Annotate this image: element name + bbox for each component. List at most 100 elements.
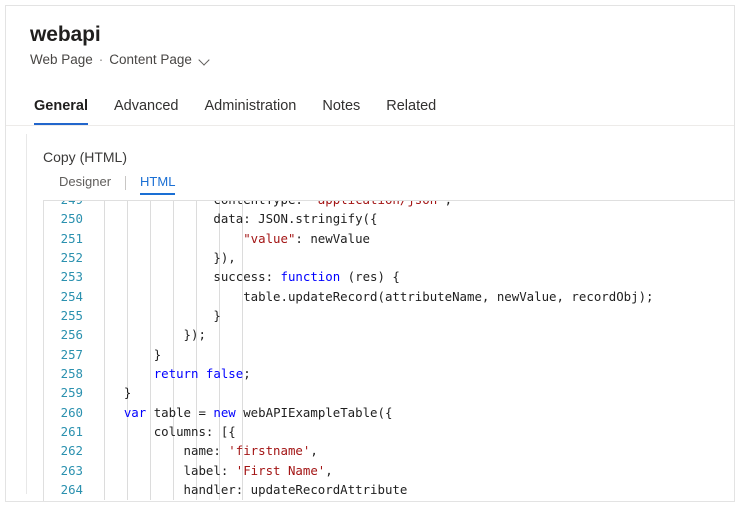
tab-label: Advanced bbox=[114, 98, 179, 114]
line-number: 250 bbox=[44, 209, 94, 228]
subtab-designer[interactable]: Designer bbox=[59, 174, 111, 193]
code-line-text[interactable]: }), bbox=[94, 248, 735, 267]
subtab-html[interactable]: HTML bbox=[140, 174, 175, 193]
record-subtitle: Web Page · Content Page bbox=[30, 51, 734, 69]
code-line-text[interactable]: handler: updateRecordAttribute bbox=[94, 480, 735, 499]
code-line: 249 contentType: "application/json", bbox=[44, 200, 735, 209]
code-indent bbox=[94, 463, 184, 478]
tab-label: General bbox=[34, 98, 88, 114]
code-token: } bbox=[213, 308, 220, 323]
section-container: Copy (HTML) DesignerHTML 249 contentType… bbox=[26, 134, 734, 494]
code-line: 263 label: 'First Name', bbox=[44, 461, 735, 480]
code-line-text[interactable]: name: 'firstname', bbox=[94, 441, 735, 460]
code-token: new bbox=[213, 405, 235, 420]
tab-related[interactable]: Related bbox=[386, 97, 436, 125]
code-indent bbox=[94, 231, 243, 246]
tab-advanced[interactable]: Advanced bbox=[114, 97, 179, 125]
line-number: 263 bbox=[44, 461, 94, 480]
code-indent bbox=[94, 269, 213, 284]
code-line-text[interactable]: success: function (res) { bbox=[94, 267, 735, 286]
code-token: ; bbox=[243, 366, 250, 381]
code-indent bbox=[94, 482, 184, 497]
code-line-text[interactable]: label: 'First Name', bbox=[94, 461, 735, 480]
code-line: 260 var table = new webAPIExampleTable({ bbox=[44, 403, 735, 422]
code-token: }); bbox=[184, 327, 206, 342]
code-token: function bbox=[281, 269, 341, 284]
code-token: table = bbox=[146, 405, 213, 420]
editor-subtab-strip: Designer HTML bbox=[43, 172, 734, 194]
code-token: 'First Name' bbox=[236, 463, 326, 478]
tab-label: Administration bbox=[205, 98, 297, 114]
entity-selector[interactable]: Content Page bbox=[109, 51, 212, 69]
code-line-text[interactable]: } bbox=[94, 345, 735, 364]
code-token: webAPIExampleTable({ bbox=[236, 405, 393, 420]
code-line: 251 "value": newValue bbox=[44, 229, 735, 248]
line-number: 256 bbox=[44, 325, 94, 344]
code-token: success: bbox=[213, 269, 280, 284]
line-number: 249 bbox=[44, 200, 94, 209]
code-indent bbox=[94, 424, 154, 439]
code-token: }), bbox=[213, 250, 235, 265]
code-line-text[interactable]: table.updateRecord(attributeName, newVal… bbox=[94, 287, 735, 306]
code-token: , bbox=[310, 443, 317, 458]
subtab-label: HTML bbox=[140, 174, 175, 189]
form-tab-strip: General Advanced Administration Notes Relate… bbox=[6, 87, 734, 126]
code-token bbox=[198, 366, 205, 381]
code-token: table.updateRecord(attributeName, newVal… bbox=[243, 289, 653, 304]
subtitle-separator: · bbox=[99, 51, 104, 69]
code-line: 255 } bbox=[44, 306, 735, 325]
code-line-text[interactable]: "value": newValue bbox=[94, 229, 735, 248]
code-line-text[interactable]: var table = new webAPIExampleTable({ bbox=[94, 403, 735, 422]
code-token: name: bbox=[184, 443, 229, 458]
code-indent bbox=[94, 250, 213, 265]
code-indent bbox=[94, 289, 243, 304]
record-header: webapi Web Page · Content Page bbox=[6, 6, 734, 69]
code-token: } bbox=[124, 385, 131, 400]
code-line: 264 handler: updateRecordAttribute bbox=[44, 480, 735, 499]
code-line-text[interactable]: } bbox=[94, 306, 735, 325]
code-line-text[interactable]: data: JSON.stringify({ bbox=[94, 209, 735, 228]
tab-general[interactable]: General bbox=[34, 97, 88, 125]
entity-label: Content Page bbox=[109, 51, 192, 69]
code-indent bbox=[94, 366, 154, 381]
code-line-text[interactable]: columns: [{ bbox=[94, 422, 735, 441]
code-line-text[interactable]: } bbox=[94, 383, 735, 402]
code-token: (res) { bbox=[340, 269, 400, 284]
tab-notes[interactable]: Notes bbox=[322, 97, 360, 125]
code-indent bbox=[94, 443, 184, 458]
tab-label: Related bbox=[386, 98, 436, 114]
code-line: 259 } bbox=[44, 383, 735, 402]
code-line-text[interactable]: }); bbox=[94, 325, 735, 344]
code-token: label: bbox=[184, 463, 236, 478]
line-number: 254 bbox=[44, 287, 94, 306]
tab-administration[interactable]: Administration bbox=[205, 97, 297, 125]
code-line-text[interactable]: return false; bbox=[94, 364, 735, 383]
line-number: 257 bbox=[44, 345, 94, 364]
code-line: 261 columns: [{ bbox=[44, 422, 735, 441]
code-indent bbox=[94, 347, 154, 362]
html-code-editor[interactable]: 249 contentType: "application/json",250 … bbox=[43, 200, 735, 502]
editor-scroll-content: 249 contentType: "application/json",250 … bbox=[44, 200, 735, 500]
code-token: , bbox=[445, 200, 452, 207]
code-line: 253 success: function (res) { bbox=[44, 267, 735, 286]
code-line: 256 }); bbox=[44, 325, 735, 344]
code-indent bbox=[94, 211, 213, 226]
code-token: contentType: bbox=[213, 200, 310, 207]
subtab-divider bbox=[125, 176, 126, 190]
code-line-text[interactable]: contentType: "application/json", bbox=[94, 200, 735, 209]
code-line: 252 }), bbox=[44, 248, 735, 267]
code-token: return bbox=[154, 366, 199, 381]
line-number: 251 bbox=[44, 229, 94, 248]
code-indent bbox=[94, 405, 124, 420]
code-indent bbox=[94, 327, 184, 342]
code-token: data: JSON.stringify({ bbox=[213, 211, 377, 226]
line-number: 253 bbox=[44, 267, 94, 286]
code-token: : newValue bbox=[295, 231, 370, 246]
line-number: 262 bbox=[44, 441, 94, 460]
code-token: 'firstname' bbox=[228, 443, 310, 458]
line-number: 258 bbox=[44, 364, 94, 383]
code-token: false bbox=[206, 366, 243, 381]
code-token: , bbox=[325, 463, 332, 478]
code-indent bbox=[94, 385, 124, 400]
code-token: var bbox=[124, 405, 146, 420]
